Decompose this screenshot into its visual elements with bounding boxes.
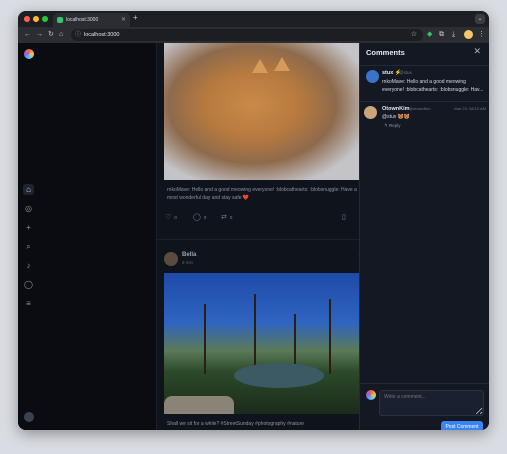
tab-bar: localhost:3000 ✕ + ⌄	[18, 11, 489, 27]
tab-title: localhost:3000	[66, 17, 99, 23]
tab-search-button[interactable]: ⌄	[475, 14, 485, 24]
back-icon[interactable]: ←	[24, 29, 31, 41]
compose-nav-icon[interactable]: +	[23, 222, 34, 233]
post-comment-button[interactable]: Post Comment	[441, 421, 483, 430]
post-caption: rnkoMave: Hello and a good meowing every…	[167, 187, 357, 201]
home-icon[interactable]: ⌂	[59, 29, 63, 41]
reply-button[interactable]: ◯ 0	[193, 213, 206, 223]
reload-icon[interactable]: ↻	[48, 29, 54, 41]
boost-button[interactable]: ⇄ 0	[221, 213, 232, 223]
cat-photo[interactable]	[164, 43, 360, 180]
park-photo[interactable]	[164, 273, 360, 414]
profile-avatar[interactable]	[464, 30, 473, 39]
browser-tab[interactable]: localhost:3000 ✕	[53, 13, 130, 27]
browser-toolbar: ← → ↻ ⌂ ⓘ localhost:3000 ☆ ◆ ⧉ ⤓ ⋮	[18, 27, 489, 43]
avatar[interactable]	[164, 252, 178, 266]
bookmark-icon[interactable]: ▯	[342, 213, 346, 223]
panel-title: Comments	[366, 48, 405, 57]
divider	[360, 101, 489, 102]
comment-time: Mar 23, 08:10 AM	[454, 106, 486, 111]
cat-ear-shape	[252, 59, 268, 73]
post-time: 8 min	[182, 260, 194, 265]
search-nav-icon[interactable]: ⌕	[23, 241, 34, 252]
comment-author[interactable]: OtownKim	[382, 106, 410, 112]
left-navigation: ⌂ ◎ + ⌕ ♪ ◯ ≡	[18, 43, 36, 430]
browser-menu-icon[interactable]: ⋮	[478, 29, 485, 41]
comment-handle: @stux	[399, 70, 412, 75]
url-text: localhost:3000	[84, 32, 120, 38]
avatar	[366, 390, 376, 400]
browser-window: localhost:3000 ✕ + ⌄ ← → ↻ ⌂ ⓘ localhost…	[18, 11, 489, 430]
site-info-icon[interactable]: ⓘ	[75, 29, 81, 41]
extension-icon[interactable]: ◆	[427, 29, 432, 41]
pond-shape	[234, 363, 324, 388]
divider	[360, 383, 489, 384]
close-tab-icon[interactable]: ✕	[121, 13, 126, 27]
post-caption: Shall we sit for a while? #StreetSunday …	[167, 421, 305, 427]
bookmark-star-icon[interactable]: ☆	[411, 29, 417, 41]
avatar[interactable]	[366, 70, 379, 83]
rocks-shape	[164, 396, 234, 414]
tab-favicon-icon	[57, 17, 63, 23]
explore-nav-icon[interactable]: ◎	[23, 203, 34, 214]
comment-input[interactable]	[379, 390, 484, 416]
new-tab-button[interactable]: +	[133, 13, 138, 22]
menu-nav-icon[interactable]: ≡	[23, 298, 34, 309]
address-bar[interactable]: ⓘ localhost:3000 ☆	[71, 29, 423, 41]
post-divider	[157, 239, 370, 240]
like-button[interactable]: ♡ 0	[165, 213, 177, 223]
forward-icon[interactable]: →	[36, 29, 43, 41]
comments-panel: Comments ✕ stux ⚡ @stux rnkoMave: Hello …	[359, 43, 489, 430]
post-header: Bella 8 min ⋯	[164, 250, 362, 270]
comment-handle: @otownKim	[409, 106, 431, 111]
comment-text: @stux 😻😻	[382, 114, 411, 120]
post-actions: ♡ 0 ◯ 0 ⇄ 0 ▯	[165, 213, 360, 223]
cat-ear-shape	[274, 57, 290, 71]
reply-button[interactable]: ↰ Reply	[384, 123, 401, 129]
post-author[interactable]: Bella	[182, 252, 196, 258]
app-logo[interactable]	[24, 49, 34, 59]
extensions-icon[interactable]: ⧉	[439, 29, 444, 41]
minimize-window-button[interactable]	[33, 16, 39, 22]
home-nav-icon[interactable]: ⌂	[23, 184, 34, 195]
notifications-nav-icon[interactable]: ♪	[23, 260, 34, 271]
messages-nav-icon[interactable]: ◯	[23, 279, 34, 290]
tree-shape	[329, 299, 331, 374]
divider	[360, 65, 489, 66]
account-avatar[interactable]	[24, 412, 34, 422]
app-viewport: ⌂ ◎ + ⌕ ♪ ◯ ≡ rnkoMave: Hello and a good…	[18, 43, 489, 430]
close-window-button[interactable]	[24, 16, 30, 22]
close-icon[interactable]: ✕	[473, 46, 481, 57]
tree-shape	[204, 304, 206, 374]
download-icon[interactable]: ⤓	[452, 29, 455, 41]
comment-text: rnkoMave: Hello and a good meowing every…	[382, 79, 484, 93]
avatar[interactable]	[364, 106, 377, 119]
feed: rnkoMave: Hello and a good meowing every…	[156, 43, 370, 430]
maximize-window-button[interactable]	[42, 16, 48, 22]
tree-shape	[254, 294, 256, 374]
